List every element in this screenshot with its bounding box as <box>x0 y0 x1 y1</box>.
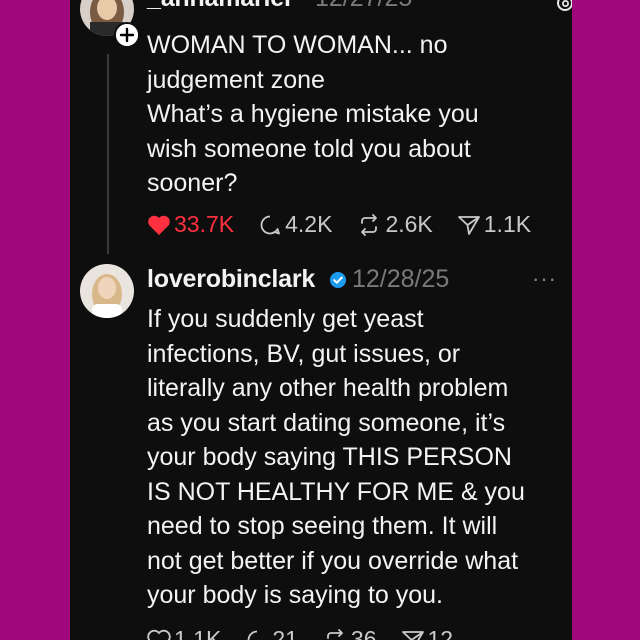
share-icon <box>401 630 424 640</box>
avatar-loverobinclark[interactable] <box>80 264 134 318</box>
post-username[interactable]: loverobinclark <box>147 265 315 294</box>
repost-icon <box>327 628 343 639</box>
repost-count: 36 <box>350 626 377 640</box>
reply-count: 21 <box>272 626 298 640</box>
repost-icon <box>361 213 378 236</box>
like-count: 33.7K <box>174 211 235 237</box>
reply-count: 4.2K <box>285 211 333 237</box>
post-body: WOMAN TO WOMAN... no judgement zone What… <box>147 28 567 201</box>
share-count: 1.1K <box>483 211 532 237</box>
reply-button[interactable]: 21 <box>245 626 298 640</box>
heart-icon <box>148 215 170 235</box>
verified-icon <box>329 271 347 294</box>
heart-icon <box>147 629 171 640</box>
body-line: If you suddenly get yeast <box>147 305 424 333</box>
body-line: sooner? <box>147 169 238 197</box>
body-line: judgement zone <box>147 65 325 94</box>
share-count: 12 <box>427 626 454 640</box>
body-line: your body is saying to you. <box>147 581 443 609</box>
like-button[interactable]: 1.1K <box>147 626 221 640</box>
post-username[interactable]: _annamarier <box>147 0 294 13</box>
post-original: _annamarier 12/27/25 WOMAN TO WOMAN... n… <box>70 0 572 260</box>
post-actions: 33.7K 4.2K 2.6K 1.1K <box>147 211 555 238</box>
threads-panel: _annamarier 12/27/25 WOMAN TO WOMAN... n… <box>70 0 572 640</box>
body-line: IS NOT HEALTHY FOR ME & you <box>147 477 525 506</box>
threads-logo-icon <box>556 0 572 17</box>
post-timestamp: 12/28/25 <box>352 265 450 293</box>
more-options-button[interactable]: ··· <box>532 266 557 292</box>
body-line: WOMAN TO WOMAN... no <box>147 31 448 59</box>
repost-button[interactable]: 2.6K <box>356 211 433 238</box>
follow-plus-button[interactable] <box>114 22 140 48</box>
plus-icon <box>116 24 138 46</box>
body-line: your body saying THIS PERSON <box>147 443 512 471</box>
post-reply: loverobinclark 12/28/25 ··· If you sudde… <box>70 260 572 640</box>
share-icon <box>457 215 480 235</box>
reply-button[interactable]: 4.2K <box>258 211 332 238</box>
repost-button[interactable]: 36 <box>322 626 377 640</box>
share-button[interactable]: 1.1K <box>457 211 531 238</box>
thread-connector-line <box>107 54 109 254</box>
body-line: as you start dating someone, it’s <box>147 408 506 437</box>
like-count: 1.1K <box>174 626 222 640</box>
body-line: not get better if you override what <box>147 546 519 575</box>
post-timestamp: 12/27/25 <box>315 0 412 13</box>
body-line: What’s a hygiene mistake you <box>147 100 479 128</box>
post-body: If you suddenly get yeast infections, BV… <box>147 302 567 613</box>
body-line: need to stop seeing them. It will <box>147 512 498 540</box>
like-button[interactable]: 33.7K <box>147 211 234 238</box>
body-line: infections, BV, gut issues, or <box>147 339 461 368</box>
body-line: literally any other health problem <box>147 374 509 402</box>
comment-icon <box>260 215 281 234</box>
share-button[interactable]: 12 <box>401 626 454 640</box>
repost-count: 2.6K <box>385 211 433 237</box>
comment-icon <box>247 630 258 640</box>
body-line: wish someone told you about <box>147 134 471 163</box>
post-actions: 1.1K 21 36 12 <box>147 626 477 640</box>
